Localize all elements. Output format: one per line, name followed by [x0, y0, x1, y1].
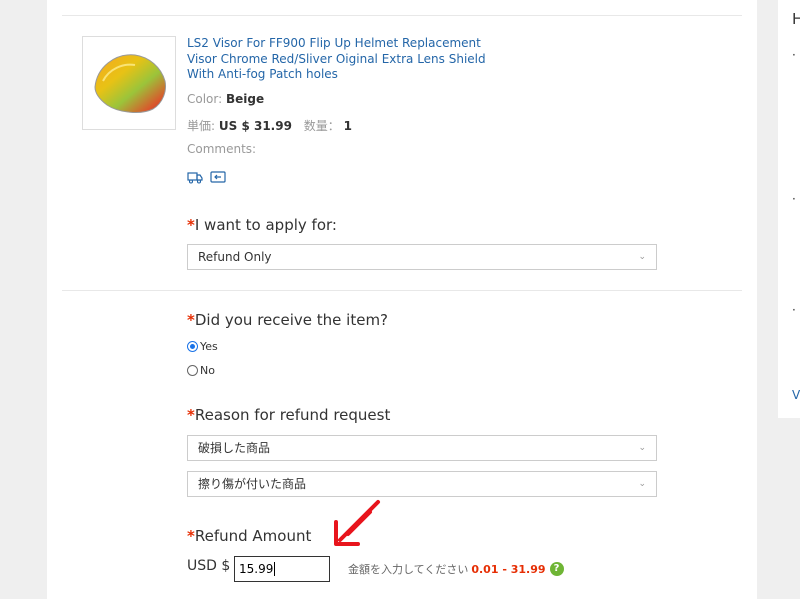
product-price-quantity: 単価: US $ 31.99 数量： 1 [187, 117, 352, 134]
red-arrow-icon [334, 500, 380, 546]
required-mark: * [187, 527, 195, 545]
reason-primary-select[interactable]: 破損した商品 ⌄ [187, 435, 657, 461]
amount-hint-text: 金額を入力してください [348, 563, 469, 576]
side-bullet: · [792, 48, 796, 62]
product-thumbnail[interactable] [82, 36, 176, 130]
side-bullet: · [792, 303, 796, 317]
required-mark: * [187, 311, 195, 329]
radio-no-label: No [200, 364, 215, 377]
reason-secondary-value: 擦り傷が付いた商品 [198, 477, 307, 491]
reason-secondary-select[interactable]: 擦り傷が付いた商品 ⌄ [187, 471, 657, 497]
refund-amount-value: 15.99 [239, 562, 274, 576]
visor-image [94, 54, 166, 113]
top-divider [62, 15, 742, 16]
chevron-down-icon: ⌄ [638, 443, 646, 453]
comments-label: Comments: [187, 142, 257, 156]
product-action-icons [187, 170, 226, 184]
unit-price-label: 単価: [187, 119, 216, 133]
refund-amount-input[interactable]: 15.99 [234, 556, 330, 582]
text-cursor [274, 562, 276, 576]
help-icon[interactable]: ? [549, 562, 564, 576]
unit-price-value: US $ 31.99 [218, 119, 292, 133]
amount-range: 0.01 - 31.99 [471, 562, 546, 576]
side-panel-link[interactable]: V [792, 388, 800, 402]
chevron-down-icon: ⌄ [638, 252, 646, 262]
apply-for-text: I want to apply for: [194, 216, 337, 234]
apply-for-value: Refund Only [198, 250, 272, 264]
return-icon[interactable] [210, 170, 226, 184]
side-panel [778, 0, 800, 418]
refund-amount-text: Refund Amount [194, 527, 312, 545]
reason-text: Reason for refund request [194, 406, 391, 424]
color-value: Beige [226, 92, 265, 106]
side-panel-heading: H [792, 10, 800, 28]
received-label: *Did you receive the item? [187, 311, 388, 329]
apply-for-label: *I want to apply for: [187, 216, 337, 234]
product-title-link[interactable]: LS2 Visor For FF900 Flip Up Helmet Repla… [187, 36, 487, 83]
chevron-down-icon: ⌄ [638, 479, 646, 489]
radio-yes-label: Yes [200, 340, 218, 353]
reason-label: *Reason for refund request [187, 406, 390, 424]
radio-yes[interactable]: Yes [187, 340, 218, 353]
radio-button-checked[interactable] [187, 341, 198, 352]
quantity-label: 数量： [303, 119, 340, 133]
color-label: Color: [187, 92, 223, 106]
radio-no[interactable]: No [187, 364, 215, 377]
required-mark: * [187, 216, 195, 234]
amount-hint: 金額を入力してください 0.01 - 31.99 ? [348, 561, 564, 577]
radio-button[interactable] [187, 365, 198, 376]
section-divider [62, 290, 742, 291]
required-mark: * [187, 406, 195, 424]
product-color: Color: Beige [187, 92, 264, 106]
received-text: Did you receive the item? [194, 311, 389, 329]
quantity-value: 1 [343, 119, 352, 133]
currency-label: USD $ [187, 558, 231, 574]
side-bullet: · [792, 192, 796, 206]
shipping-icon[interactable] [187, 170, 203, 184]
apply-for-select[interactable]: Refund Only ⌄ [187, 244, 657, 270]
refund-amount-label: *Refund Amount [187, 527, 311, 545]
reason-primary-value: 破損した商品 [198, 441, 271, 455]
